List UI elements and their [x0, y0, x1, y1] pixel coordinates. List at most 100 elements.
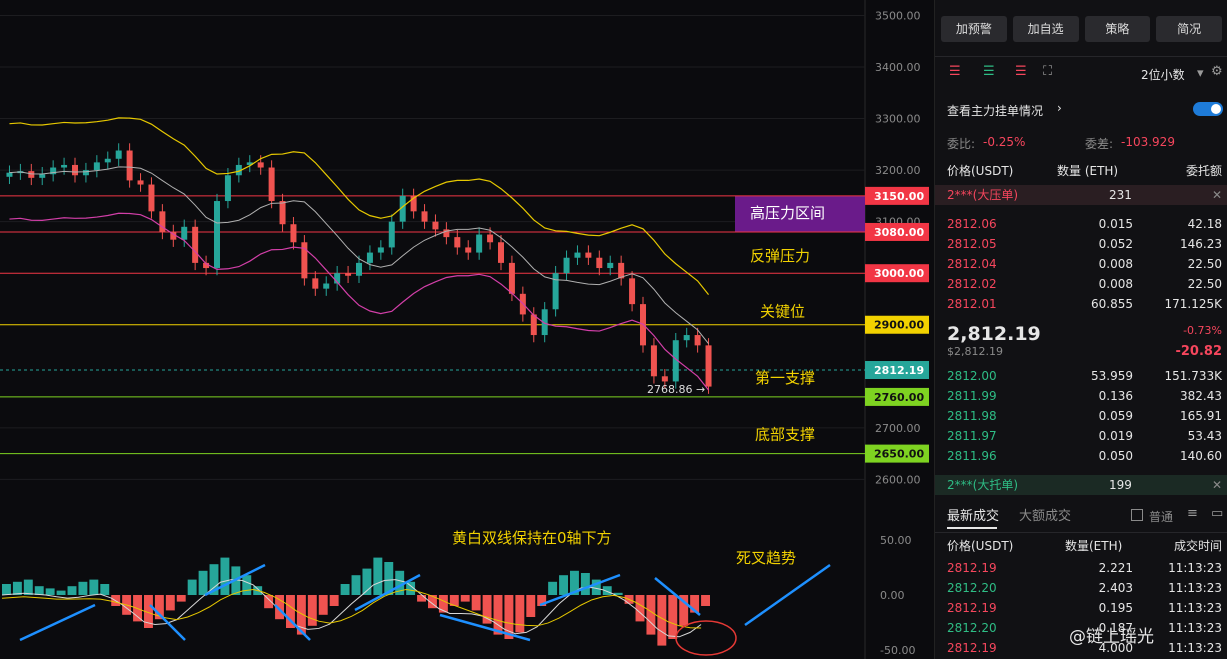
- macd-bar: [548, 581, 558, 595]
- candle-body: [181, 226, 188, 240]
- chart-area[interactable]: 3500.00 3400.00 3300.00 3200.00 3100.00 2700.…: [0, 0, 930, 659]
- annotation-death-cross: 死叉趋势: [736, 549, 796, 567]
- trade-row-price: 2812.20: [947, 581, 997, 595]
- diff-label: 委差:: [1085, 137, 1114, 151]
- annotation-macd: 黄白双线保持在0轴下方: [452, 529, 612, 547]
- macd-bar: [56, 590, 66, 595]
- candle-body: [214, 201, 220, 269]
- collapse-icon[interactable]: ▭: [1211, 506, 1223, 521]
- macd-bar: [2, 584, 11, 595]
- ask-row-qty: 0.008: [1098, 257, 1133, 271]
- macd-bar: [100, 584, 110, 595]
- ask-row[interactable]: 2812.06 0.015 42.18: [935, 214, 1227, 234]
- ask-row[interactable]: 2812.02 0.008 22.50: [935, 274, 1227, 294]
- candle-body: [596, 257, 603, 269]
- level-tag-label: 2760.00: [874, 391, 924, 404]
- macd-bar: [176, 595, 186, 602]
- bid-row-total: 53.43: [1187, 429, 1222, 443]
- level-tag-label: 2812.19: [874, 364, 924, 377]
- candle-body: [694, 335, 701, 346]
- dea-line: [1, 588, 702, 629]
- death-cross-circle: [675, 620, 737, 656]
- filter-icon[interactable]: ≡: [1187, 506, 1198, 521]
- close-icon[interactable]: ✕: [1212, 475, 1222, 495]
- trade-row-qty: 2.221: [1098, 561, 1133, 575]
- close-icon[interactable]: ✕: [1212, 185, 1222, 205]
- candle-body: [705, 345, 712, 387]
- bid-row[interactable]: 2812.00 53.959 151.733K: [935, 366, 1227, 386]
- big-ask-row: 2***(大压单) 231 ✕: [935, 185, 1227, 205]
- trade-row-time: 11:13:23: [1168, 561, 1222, 575]
- diff-value: -103.929: [1121, 135, 1175, 149]
- macd-bar: [373, 557, 383, 595]
- book-both-icon[interactable]: ☰: [949, 64, 961, 79]
- ask-row-qty: 0.052: [1098, 237, 1133, 251]
- watchlist-button[interactable]: 加自选: [1012, 16, 1079, 42]
- expand-icon[interactable]: ⛶: [1043, 64, 1052, 79]
- book-asks-icon[interactable]: ☰: [1015, 64, 1027, 79]
- bid-row[interactable]: 2811.98 0.059 165.91: [935, 406, 1227, 426]
- bid-row[interactable]: 2811.96 0.050 140.60: [935, 446, 1227, 466]
- candle-body: [508, 262, 515, 294]
- trade-row[interactable]: 2812.19 0.195 11:13:23: [935, 598, 1227, 618]
- macd-bar: [318, 595, 328, 615]
- candle-body: [377, 247, 384, 253]
- tab-large-trades[interactable]: 大额成交: [1019, 505, 1071, 524]
- candle-body: [661, 376, 668, 382]
- divider: [935, 532, 1227, 533]
- indicator-tick-label: 0.00: [880, 589, 905, 602]
- candle-body: [93, 162, 100, 171]
- main-orders-toggle[interactable]: [1193, 102, 1223, 116]
- bid-row-price: 2811.99: [947, 389, 997, 403]
- trade-row-time: 11:13:23: [1168, 641, 1222, 655]
- ask-row[interactable]: 2812.05 0.052 146.23: [935, 234, 1227, 254]
- candle-body: [268, 167, 275, 202]
- price-chart[interactable]: 3500.003400.003300.003200.003100.002700.…: [0, 0, 930, 659]
- candle-body: [356, 262, 362, 276]
- macd-bar: [580, 573, 590, 595]
- alert-button[interactable]: 加预警: [941, 16, 1007, 42]
- trade-row[interactable]: 2812.19 2.221 11:13:23: [935, 558, 1227, 578]
- indicator-tick-label: 50.00: [880, 534, 912, 547]
- ask-row[interactable]: 2812.04 0.008 22.50: [935, 254, 1227, 274]
- chevron-right-icon: ›: [1057, 101, 1062, 115]
- low-marker-label: 2768.86 →: [647, 383, 705, 396]
- bid-row-qty: 0.136: [1098, 389, 1133, 403]
- ask-row-qty: 60.855: [1091, 297, 1133, 311]
- macd-bar: [493, 595, 503, 635]
- order-book-panel: 加预警 加自选 策略 简况 ☰ ☰ ☰ ⛶ 2位小数 ▾ ⚙ 查看主力挂单情况 …: [934, 0, 1227, 659]
- bid-row-price: 2811.96: [947, 449, 997, 463]
- macd-bar: [417, 595, 426, 602]
- candle-body: [192, 226, 199, 263]
- trade-row-time: 11:13:23: [1168, 601, 1222, 615]
- ask-row-qty: 0.008: [1098, 277, 1133, 291]
- book-bids-icon[interactable]: ☰: [983, 64, 995, 79]
- normal-checkbox[interactable]: [1131, 509, 1143, 521]
- strategy-button[interactable]: 策略: [1084, 16, 1151, 42]
- macd-bar: [242, 575, 252, 595]
- macd-bar: [220, 557, 230, 595]
- macd-bar: [526, 595, 536, 617]
- macd-bar: [307, 595, 317, 626]
- bid-row-qty: 0.050: [1098, 449, 1133, 463]
- ask-row-total: 22.50: [1187, 257, 1222, 271]
- macd-bar: [701, 595, 710, 606]
- ask-row[interactable]: 2812.01 60.855 171.125K: [935, 294, 1227, 314]
- candle-body: [257, 162, 264, 168]
- candle-body: [498, 242, 504, 263]
- decimals-select[interactable]: 2位小数: [1141, 66, 1185, 83]
- macd-bar: [668, 595, 678, 639]
- tab-latest-trades[interactable]: 最新成交: [947, 505, 999, 524]
- candle-body: [650, 345, 657, 377]
- main-orders-link[interactable]: 查看主力挂单情况: [947, 102, 1043, 119]
- trade-row-price: 2812.19: [947, 601, 997, 615]
- price-tick-label: 2600.00: [875, 473, 921, 486]
- chevron-down-icon: ▾: [1197, 66, 1204, 81]
- bid-row[interactable]: 2811.99 0.136 382.43: [935, 386, 1227, 406]
- trade-row[interactable]: 2812.20 2.403 11:13:23: [935, 578, 1227, 598]
- candle-body: [224, 175, 231, 202]
- overview-button[interactable]: 简况: [1156, 16, 1222, 42]
- settings-icon[interactable]: ⚙: [1211, 64, 1223, 79]
- candle-body: [39, 174, 46, 178]
- bid-row[interactable]: 2811.97 0.019 53.43: [935, 426, 1227, 446]
